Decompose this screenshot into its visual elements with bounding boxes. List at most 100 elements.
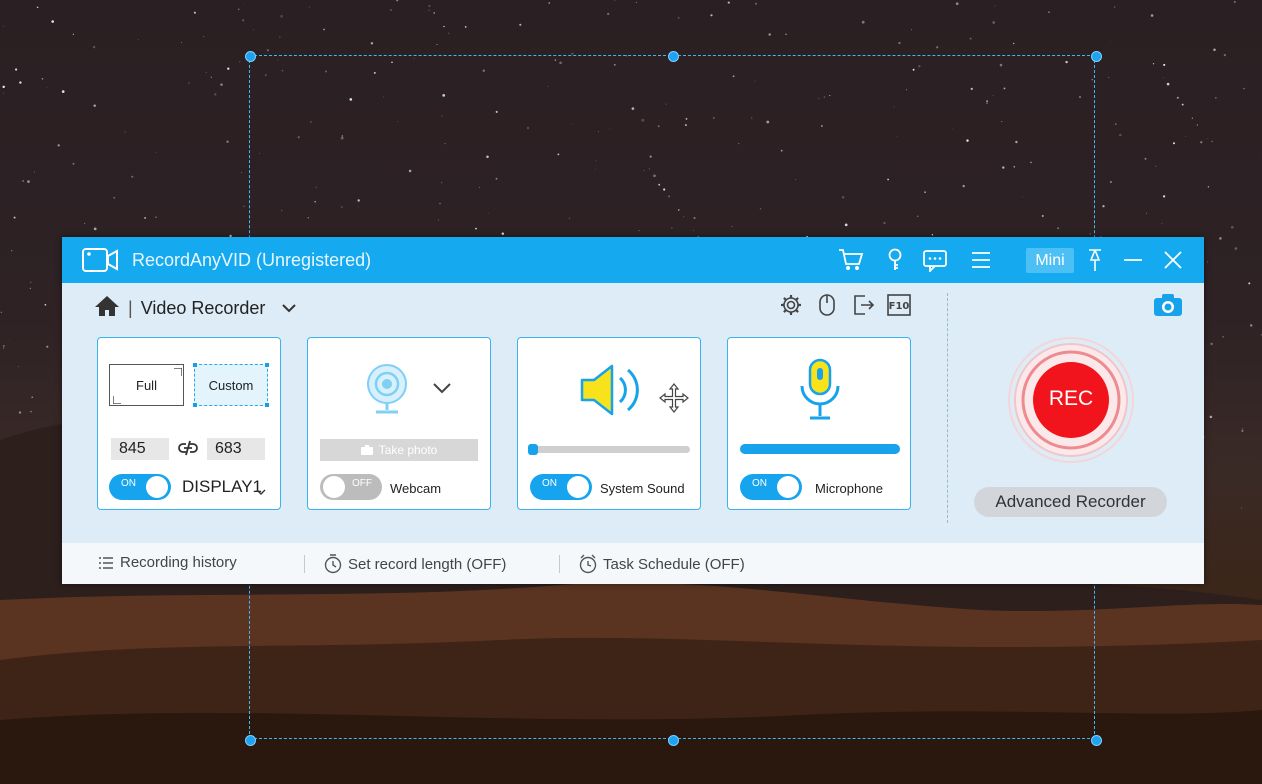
star xyxy=(1145,212,1147,214)
star xyxy=(607,12,610,16)
rec-button[interactable]: REC xyxy=(1006,335,1136,465)
star xyxy=(13,216,16,219)
advanced-recorder-button[interactable]: Advanced Recorder xyxy=(974,487,1167,517)
star xyxy=(37,515,40,519)
star xyxy=(36,6,39,9)
star xyxy=(9,339,11,341)
webcam-icon xyxy=(366,364,408,421)
star xyxy=(41,77,44,80)
star xyxy=(1185,135,1186,137)
star xyxy=(1241,429,1244,433)
star xyxy=(131,175,134,178)
system-sound-toggle[interactable]: ON xyxy=(530,474,592,500)
handle-dot xyxy=(265,403,269,407)
star xyxy=(1209,415,1213,419)
system-sound-volume-slider[interactable] xyxy=(528,444,690,455)
handle-dot xyxy=(193,403,197,407)
star xyxy=(1249,324,1253,327)
microphone-volume-slider[interactable] xyxy=(740,444,900,454)
screenshot-camera-icon[interactable] xyxy=(1153,293,1183,322)
star xyxy=(1102,205,1105,208)
close-icon[interactable] xyxy=(1160,247,1186,273)
cart-icon[interactable] xyxy=(838,247,864,273)
star xyxy=(240,172,242,173)
star xyxy=(31,396,33,398)
export-icon[interactable] xyxy=(851,293,875,317)
width-input[interactable]: 845 xyxy=(111,438,169,460)
resize-handle-top-left[interactable] xyxy=(245,51,256,62)
star xyxy=(2,25,4,27)
mouse-icon[interactable] xyxy=(815,293,839,317)
star xyxy=(72,162,75,165)
star xyxy=(1166,82,1170,86)
fn-hotkey-icon[interactable]: F10 xyxy=(887,293,911,317)
feedback-chat-icon[interactable] xyxy=(922,247,948,273)
resize-handle-top[interactable] xyxy=(668,51,679,62)
star xyxy=(370,42,374,45)
chevron-down-icon[interactable] xyxy=(281,298,297,319)
star xyxy=(22,180,24,182)
microphone-icon xyxy=(798,358,842,427)
star xyxy=(137,39,139,41)
star xyxy=(17,365,19,367)
star xyxy=(220,83,223,86)
star xyxy=(1222,336,1224,338)
star xyxy=(861,20,865,24)
system-sound-slider-thumb[interactable] xyxy=(528,444,538,455)
resize-handle-bottom[interactable] xyxy=(668,735,679,746)
chevron-down-icon[interactable] xyxy=(432,381,452,400)
star xyxy=(214,93,217,96)
resize-handle-bottom-left[interactable] xyxy=(245,735,256,746)
full-screen-button[interactable]: Full xyxy=(109,364,184,406)
webcam-card: Take photo OFF Webcam xyxy=(307,337,491,510)
star xyxy=(3,347,5,349)
region-card: Full Custom 845 683 ON DISPLAY1 xyxy=(97,337,281,510)
resize-handle-bottom-right[interactable] xyxy=(1091,735,1102,746)
star xyxy=(14,68,18,71)
recording-history-link[interactable]: Recording history xyxy=(98,554,237,571)
resize-handle-top-right[interactable] xyxy=(1091,51,1102,62)
handle-dot xyxy=(265,363,269,367)
star xyxy=(155,151,157,153)
star xyxy=(710,14,713,17)
star xyxy=(1162,76,1164,78)
microphone-card: ON Microphone xyxy=(727,337,911,510)
settings-gear-icon[interactable] xyxy=(779,293,803,317)
star xyxy=(1150,14,1154,17)
minimize-icon[interactable] xyxy=(1120,247,1146,273)
display-select[interactable]: DISPLAY1 xyxy=(182,477,262,497)
chevron-down-icon[interactable] xyxy=(256,483,266,501)
star xyxy=(1152,63,1155,65)
star xyxy=(18,411,22,414)
region-toggle[interactable]: ON xyxy=(109,474,171,500)
star xyxy=(11,250,13,252)
custom-region-button[interactable]: Custom xyxy=(193,363,269,407)
star xyxy=(464,26,467,28)
star xyxy=(428,4,431,8)
star xyxy=(1200,141,1203,144)
system-sound-label: System Sound xyxy=(600,481,685,496)
height-input[interactable]: 683 xyxy=(207,438,265,460)
star xyxy=(155,216,157,218)
link-ratio-icon[interactable] xyxy=(178,440,198,461)
star xyxy=(1181,103,1184,106)
pin-icon[interactable] xyxy=(1082,247,1108,273)
take-photo-button[interactable]: Take photo xyxy=(320,439,478,461)
star xyxy=(614,0,616,1)
microphone-toggle[interactable]: ON xyxy=(740,474,802,500)
system-sound-card: ON System Sound xyxy=(517,337,701,510)
mode-title[interactable]: Video Recorder xyxy=(141,298,266,319)
mini-mode-button[interactable]: Mini xyxy=(1026,248,1074,273)
key-icon[interactable] xyxy=(882,247,908,273)
star xyxy=(46,345,49,348)
set-record-length-link[interactable]: Set record length (OFF) xyxy=(324,554,506,574)
webcam-toggle[interactable]: OFF xyxy=(320,474,382,500)
star xyxy=(969,37,972,40)
star xyxy=(1242,428,1243,430)
star xyxy=(38,441,40,443)
task-schedule-link[interactable]: Task Schedule (OFF) xyxy=(579,554,745,574)
footer-bar: Recording history Set record length (OFF… xyxy=(62,543,1204,584)
home-icon[interactable] xyxy=(94,295,120,322)
menu-icon[interactable] xyxy=(968,247,994,273)
star xyxy=(2,92,4,94)
